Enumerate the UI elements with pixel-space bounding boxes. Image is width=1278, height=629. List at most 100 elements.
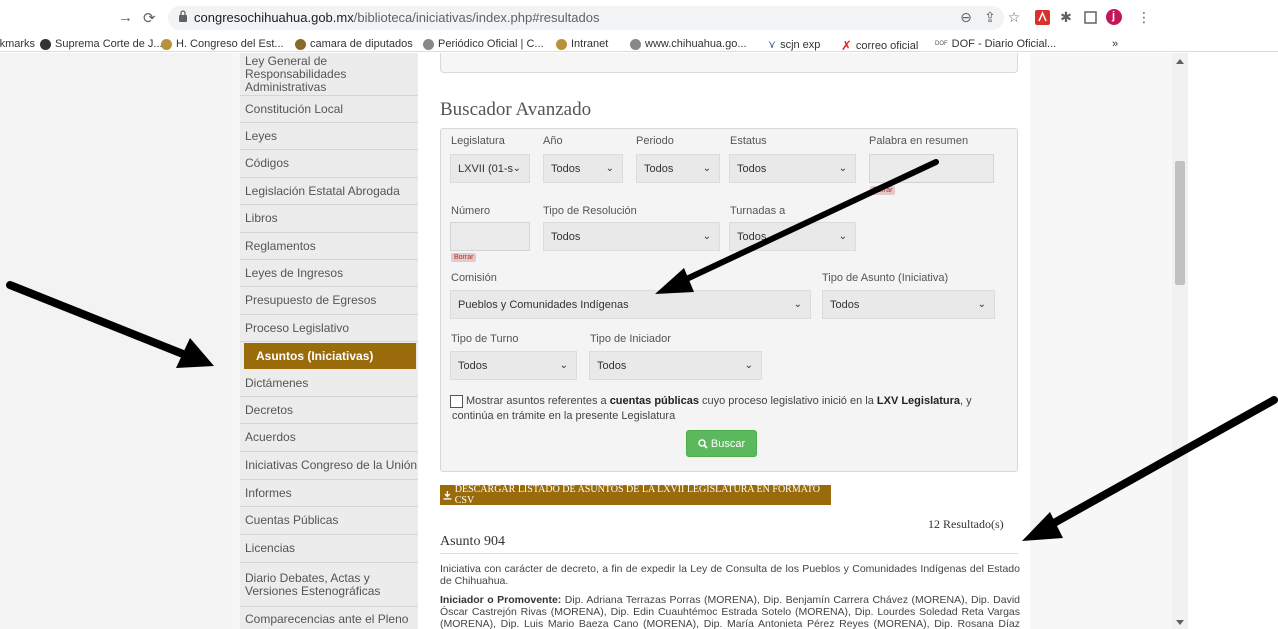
scjn-icon: ⋎ (768, 39, 777, 51)
top-panel (440, 53, 1018, 73)
tipo-asunto-select[interactable]: Todos ⌄ (822, 290, 995, 319)
sidebar-item[interactable]: Licencias (240, 535, 418, 563)
page-margin (0, 53, 232, 629)
sidebar-item[interactable]: Códigos (240, 150, 418, 178)
sidebar-item[interactable]: Reglamentos (240, 233, 418, 260)
bookmark-item[interactable]: www.chihuahua.go... (630, 38, 747, 50)
label-periodo: Periodo (636, 135, 674, 147)
bookmark-item[interactable]: DOF DOF - Diario Oficial... (935, 38, 1056, 50)
sidebar-item[interactable]: Decretos (240, 397, 418, 424)
label-legislatura: Legislatura (451, 135, 505, 147)
periodo-select[interactable]: Todos ⌄ (636, 154, 720, 183)
sidebar-item[interactable]: Ley General de Responsabilidades Adminis… (240, 53, 418, 96)
bookmark-item[interactable]: Intranet (556, 38, 608, 50)
tipo-resolucion-select[interactable]: Todos ⌄ (543, 222, 720, 251)
label-turnadas: Turnadas a (730, 205, 786, 217)
download-icon (443, 490, 452, 500)
sidebar-item[interactable]: Acuerdos (240, 424, 418, 452)
bookmark-item[interactable]: Bookmarks (0, 38, 35, 50)
sidebar-item[interactable]: Cuentas Públicas (240, 507, 418, 535)
bookmark-item[interactable]: H. Congreso del Est... (161, 38, 284, 50)
label-comision: Comisión (451, 272, 497, 284)
results-count: 12 Resultado(s) (928, 517, 1004, 531)
tipo-iniciador-select[interactable]: Todos ⌄ (589, 351, 762, 380)
palabra-input[interactable] (869, 154, 994, 183)
web-page: Ley General de Responsabilidades Adminis… (0, 53, 1172, 629)
bookmark-item[interactable]: Periódico Oficial | C... (423, 38, 544, 50)
scroll-thumb[interactable] (1175, 161, 1185, 285)
chevron-down-icon: ⌄ (702, 231, 711, 242)
sidebar-item[interactable]: Dictámenes (240, 370, 418, 397)
sidebar-item[interactable]: Presupuesto de Egresos (240, 287, 418, 315)
side-panel-icon[interactable] (1082, 9, 1098, 25)
download-csv-button[interactable]: DESCARGAR LISTADO DE ASUNTOS DE LA LXVII… (440, 484, 831, 506)
sidebar-item[interactable]: Libros (240, 205, 418, 233)
forward-icon[interactable]: → (118, 9, 133, 26)
browser-address-bar: → ⟳ congresochihuahua.gob.mx/biblioteca/… (0, 0, 1278, 36)
chevron-down-icon: ⌄ (793, 299, 802, 310)
bookmark-item[interactable]: ✗ correo oficial (841, 38, 918, 54)
turnadas-select[interactable]: Todos ⌄ (729, 222, 856, 251)
buscar-button[interactable]: Buscar (686, 430, 757, 457)
estatus-select[interactable]: Todos ⌄ (729, 154, 856, 183)
chevron-down-icon: ⌄ (744, 360, 753, 371)
page-scrollbar[interactable] (1172, 53, 1188, 629)
label-estatus: Estatus (730, 135, 767, 147)
lock-icon (179, 10, 187, 22)
asunto-description: Iniciativa con carácter de decreto, a fi… (440, 563, 1020, 587)
extensions-icon[interactable]: ✱ (1058, 9, 1074, 25)
label-palabra: Palabra en resumen (869, 135, 969, 147)
camara-icon (295, 38, 306, 50)
outer-margin (1188, 53, 1278, 629)
sidebar-item[interactable]: Leyes (240, 123, 418, 150)
sidebar-item[interactable]: Diario Debates, Actas y Versiones Esteno… (240, 563, 418, 607)
bookmark-item[interactable]: Suprema Corte de J... (40, 38, 163, 50)
comision-select[interactable]: Pueblos y Comunidades Indígenas ⌄ (450, 290, 811, 319)
borrar-palabra-button[interactable]: Borrar (870, 186, 896, 195)
label-tipo-resolucion: Tipo de Resolución (543, 205, 637, 217)
chevron-down-icon: ⌄ (512, 163, 521, 174)
sidebar-item[interactable]: Comparecencias ante el Pleno (240, 607, 418, 629)
star-icon[interactable]: ☆ (1006, 9, 1022, 25)
legislatura-select[interactable]: LXVII (01-s ⌄ (450, 154, 530, 183)
dof-icon: DOF (935, 41, 948, 47)
sidebar-item[interactable]: Legislación Estatal Abrogada (240, 178, 418, 205)
label-tipo-turno: Tipo de Turno (451, 333, 519, 345)
globe-icon (40, 38, 51, 50)
scroll-up-arrow[interactable] (1176, 59, 1184, 64)
label-anio: Año (543, 135, 563, 147)
share-icon[interactable]: ⇪ (982, 9, 998, 25)
chevron-down-icon: ⌄ (838, 163, 847, 174)
numero-input[interactable] (450, 222, 530, 251)
sidebar-item[interactable]: Iniciativas Congreso de la Unión (240, 452, 418, 480)
page-title: Buscador Avanzado (440, 99, 592, 120)
chevron-down-icon: ⌄ (605, 163, 614, 174)
chevron-down-icon: ⌄ (977, 299, 986, 310)
congreso-icon (161, 38, 172, 50)
profile-initial: j (1112, 10, 1116, 22)
scroll-down-arrow[interactable] (1176, 620, 1184, 625)
sidebar-item[interactable]: Constitución Local (240, 96, 418, 123)
shield-icon (423, 38, 434, 50)
chevron-down-icon: ⌄ (838, 231, 847, 242)
sidebar-item[interactable]: Proceso Legislativo (240, 315, 418, 342)
shield-icon (630, 38, 641, 50)
bookmark-item[interactable]: ⋎ scjn exp (768, 38, 820, 52)
label-tipo-iniciador: Tipo de Iniciador (590, 333, 671, 345)
checkbox-label: Mostrar asuntos referentes a cuentas púb… (452, 395, 972, 422)
zoom-icon[interactable]: ⊖ (958, 9, 974, 25)
asunto-title: Asunto 904 (440, 534, 505, 549)
bookmarks-more-button[interactable]: » (1112, 38, 1118, 50)
sidebar-item[interactable]: Leyes de Ingresos (240, 260, 418, 287)
anio-select[interactable]: Todos ⌄ (543, 154, 623, 183)
label-numero: Número (451, 205, 491, 217)
tipo-turno-select[interactable]: Todos ⌄ (450, 351, 577, 380)
reload-icon[interactable]: ⟳ (143, 9, 156, 27)
sidebar-item[interactable]: Informes (240, 480, 418, 507)
sidebar-item-active[interactable]: Asuntos (Iniciativas) (244, 343, 416, 369)
bookmarks-bar: Bookmarks Suprema Corte de J... H. Congr… (0, 36, 1278, 54)
pdf-extension-icon[interactable] (1034, 9, 1050, 25)
menu-kebab-icon[interactable]: ⋮ (1136, 9, 1152, 25)
bookmark-item[interactable]: camara de diputados (295, 38, 413, 50)
borrar-numero-button[interactable]: Borrar (451, 253, 477, 262)
